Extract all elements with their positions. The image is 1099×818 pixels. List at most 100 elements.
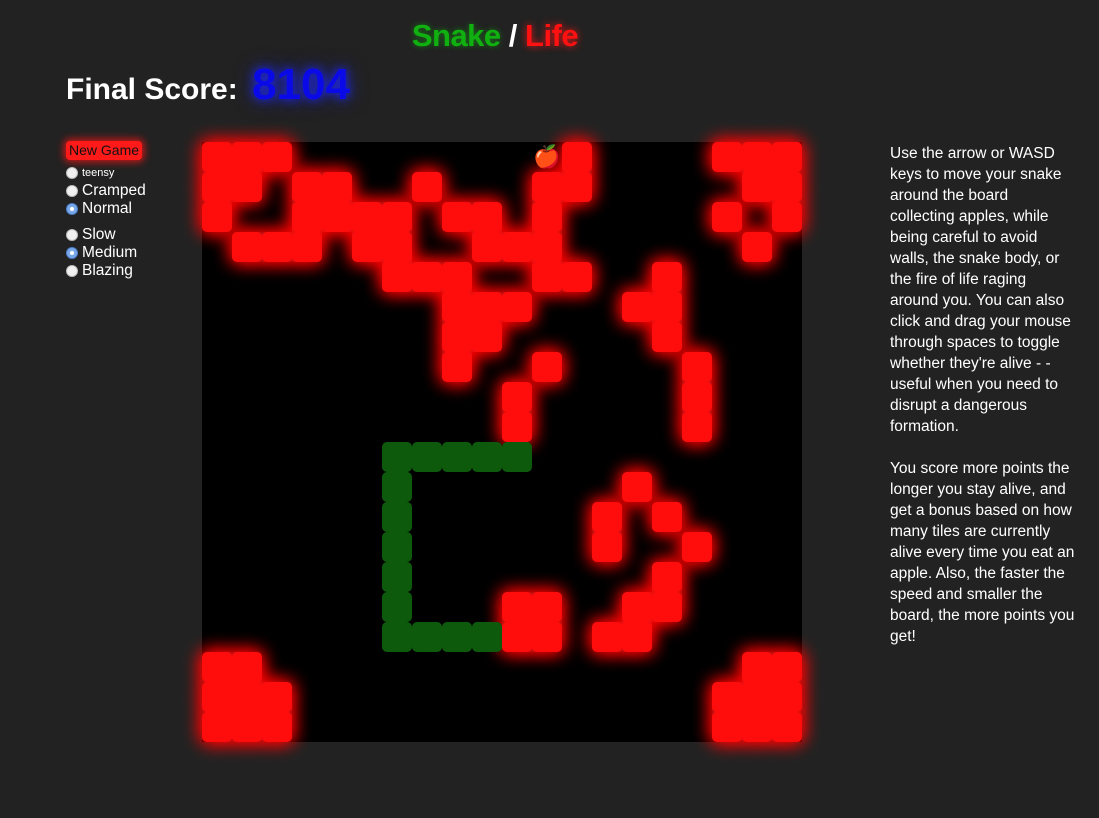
life-cell[interactable] bbox=[232, 712, 262, 742]
life-cell[interactable] bbox=[592, 622, 622, 652]
life-cell[interactable] bbox=[712, 682, 742, 712]
life-cell[interactable] bbox=[682, 532, 712, 562]
life-cell[interactable] bbox=[382, 202, 412, 232]
life-cell[interactable] bbox=[502, 412, 532, 442]
radio-blazing[interactable] bbox=[66, 265, 78, 277]
life-cell[interactable] bbox=[202, 682, 232, 712]
life-cell[interactable] bbox=[442, 352, 472, 382]
life-cell[interactable] bbox=[682, 382, 712, 412]
life-cell[interactable] bbox=[682, 412, 712, 442]
life-cell[interactable] bbox=[712, 202, 742, 232]
life-cell[interactable] bbox=[502, 622, 532, 652]
life-cell[interactable] bbox=[442, 292, 472, 322]
life-cell[interactable] bbox=[562, 262, 592, 292]
life-cell[interactable] bbox=[652, 592, 682, 622]
life-cell[interactable] bbox=[622, 592, 652, 622]
life-cell[interactable] bbox=[442, 202, 472, 232]
speed-option-slow[interactable]: Slow bbox=[66, 226, 146, 244]
life-cell[interactable] bbox=[292, 202, 322, 232]
life-cell[interactable] bbox=[472, 292, 502, 322]
life-cell[interactable] bbox=[532, 592, 562, 622]
life-cell[interactable] bbox=[772, 142, 802, 172]
life-cell[interactable] bbox=[592, 532, 622, 562]
radio-medium[interactable] bbox=[66, 247, 78, 259]
size-option-cramped[interactable]: Cramped bbox=[66, 182, 146, 200]
size-option-normal[interactable]: Normal bbox=[66, 200, 146, 218]
life-cell[interactable] bbox=[202, 202, 232, 232]
life-cell[interactable] bbox=[472, 232, 502, 262]
life-cell[interactable] bbox=[472, 202, 502, 232]
life-cell[interactable] bbox=[712, 142, 742, 172]
life-cell[interactable] bbox=[622, 622, 652, 652]
life-cell[interactable] bbox=[532, 352, 562, 382]
life-cell[interactable] bbox=[772, 172, 802, 202]
radio-cramped[interactable] bbox=[66, 185, 78, 197]
life-cell[interactable] bbox=[202, 172, 232, 202]
life-cell[interactable] bbox=[742, 142, 772, 172]
life-cell[interactable] bbox=[412, 262, 442, 292]
life-cell[interactable] bbox=[532, 172, 562, 202]
life-cell[interactable] bbox=[532, 232, 562, 262]
life-cell[interactable] bbox=[772, 682, 802, 712]
life-cell[interactable] bbox=[712, 712, 742, 742]
life-cell[interactable] bbox=[562, 142, 592, 172]
life-cell[interactable] bbox=[262, 682, 292, 712]
board-grid[interactable] bbox=[202, 142, 802, 742]
life-cell[interactable] bbox=[352, 202, 382, 232]
life-cell[interactable] bbox=[502, 232, 532, 262]
life-cell[interactable] bbox=[532, 202, 562, 232]
life-cell[interactable] bbox=[322, 172, 352, 202]
life-cell[interactable] bbox=[202, 712, 232, 742]
life-cell[interactable] bbox=[742, 712, 772, 742]
life-cell[interactable] bbox=[262, 142, 292, 172]
life-cell[interactable] bbox=[622, 472, 652, 502]
speed-option-blazing[interactable]: Blazing bbox=[66, 262, 146, 280]
life-cell[interactable] bbox=[442, 262, 472, 292]
life-cell[interactable] bbox=[742, 172, 772, 202]
life-cell[interactable] bbox=[682, 352, 712, 382]
life-cell[interactable] bbox=[502, 592, 532, 622]
life-cell[interactable] bbox=[472, 322, 502, 352]
life-cell[interactable] bbox=[202, 142, 232, 172]
life-cell[interactable] bbox=[772, 712, 802, 742]
life-cell[interactable] bbox=[652, 322, 682, 352]
life-cell[interactable] bbox=[442, 322, 472, 352]
life-cell[interactable] bbox=[412, 172, 442, 202]
life-cell[interactable] bbox=[292, 232, 322, 262]
game-board[interactable]: 🍎 bbox=[202, 142, 802, 742]
radio-teensy[interactable] bbox=[66, 167, 78, 179]
radio-slow[interactable] bbox=[66, 229, 78, 241]
life-cell[interactable] bbox=[772, 652, 802, 682]
life-cell[interactable] bbox=[592, 502, 622, 532]
life-cell[interactable] bbox=[772, 202, 802, 232]
life-cell[interactable] bbox=[652, 262, 682, 292]
life-cell[interactable] bbox=[742, 652, 772, 682]
life-cell[interactable] bbox=[532, 262, 562, 292]
life-cell[interactable] bbox=[292, 172, 322, 202]
life-cell[interactable] bbox=[202, 652, 232, 682]
life-cell[interactable] bbox=[262, 712, 292, 742]
life-cell[interactable] bbox=[502, 382, 532, 412]
new-game-button[interactable]: New Game bbox=[66, 141, 143, 160]
life-cell[interactable] bbox=[262, 232, 292, 262]
life-cell[interactable] bbox=[622, 292, 652, 322]
life-cell[interactable] bbox=[652, 292, 682, 322]
life-cell[interactable] bbox=[742, 682, 772, 712]
life-cell[interactable] bbox=[232, 232, 262, 262]
radio-normal[interactable] bbox=[66, 203, 78, 215]
life-cell[interactable] bbox=[232, 682, 262, 712]
life-cell[interactable] bbox=[232, 652, 262, 682]
life-cell[interactable] bbox=[502, 292, 532, 322]
life-cell[interactable] bbox=[382, 262, 412, 292]
life-cell[interactable] bbox=[742, 232, 772, 262]
life-cell[interactable] bbox=[652, 562, 682, 592]
life-cell[interactable] bbox=[652, 502, 682, 532]
life-cell[interactable] bbox=[322, 202, 352, 232]
life-cell[interactable] bbox=[562, 172, 592, 202]
size-option-teensy[interactable]: teensy bbox=[66, 164, 146, 182]
speed-option-medium[interactable]: Medium bbox=[66, 244, 146, 262]
life-cell[interactable] bbox=[382, 232, 412, 262]
life-cell[interactable] bbox=[532, 622, 562, 652]
life-cell[interactable] bbox=[232, 142, 262, 172]
life-cell[interactable] bbox=[352, 232, 382, 262]
